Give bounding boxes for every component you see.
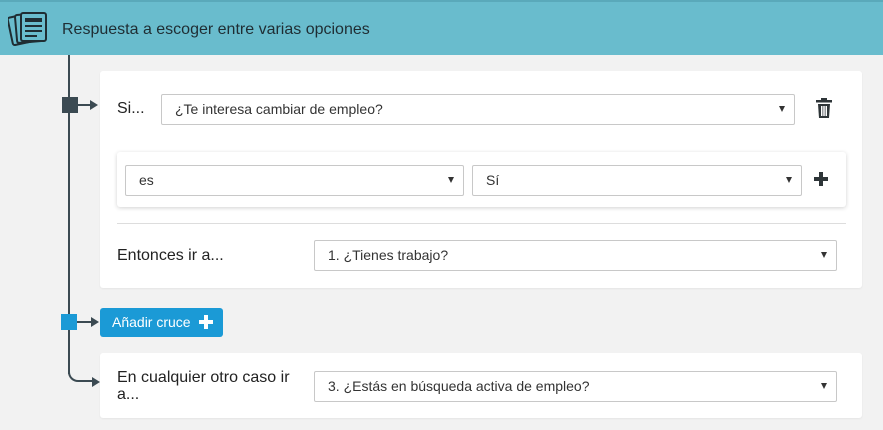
page-header: Respuesta a escoger entre varias opcione… [0,0,883,55]
then-label: Entonces ir a... [117,247,224,264]
page-title: Respuesta a escoger entre varias opcione… [62,21,370,38]
add-condition-plus-icon[interactable] [811,169,831,189]
add-cross-connector [77,321,91,323]
otherwise-arrow-icon [92,377,100,387]
answer-select-value: Sí [486,172,500,188]
then-select-value: 1. ¿Tienes trabajo? [328,247,449,263]
operator-select[interactable]: es [125,165,464,196]
add-cross-arrow-icon [91,317,99,327]
add-cross-node [61,314,77,330]
chevron-down-icon [779,106,785,112]
then-select[interactable]: 1. ¿Tienes trabajo? [314,240,837,271]
card-divider [117,223,846,224]
chevron-down-icon [786,177,792,183]
condition-node [62,97,78,113]
chevron-down-icon [821,383,827,389]
question-list-icon [8,11,47,47]
chevron-down-icon [448,177,454,183]
question-select[interactable]: ¿Te interesa cambiar de empleo? [161,94,795,125]
add-cross-label: Añadir cruce [112,314,191,330]
operator-select-value: es [139,172,154,188]
question-select-value: ¿Te interesa cambiar de empleo? [175,101,383,117]
trash-icon[interactable] [813,97,835,119]
otherwise-select[interactable]: 3. ¿Estás en búsqueda activa de empleo? [314,371,837,402]
flow-connector-curve [68,360,92,382]
otherwise-select-value: 3. ¿Estás en búsqueda activa de empleo? [328,378,590,394]
add-cross-button[interactable]: Añadir cruce [100,308,223,337]
chevron-down-icon [821,252,827,258]
answer-select[interactable]: Sí [472,165,802,196]
otherwise-label: En cualquier otro caso ir a... [117,369,290,403]
if-label: Si... [117,100,145,117]
plus-icon [199,315,213,329]
condition-connector [78,104,90,106]
condition-arrow-icon [90,100,98,110]
